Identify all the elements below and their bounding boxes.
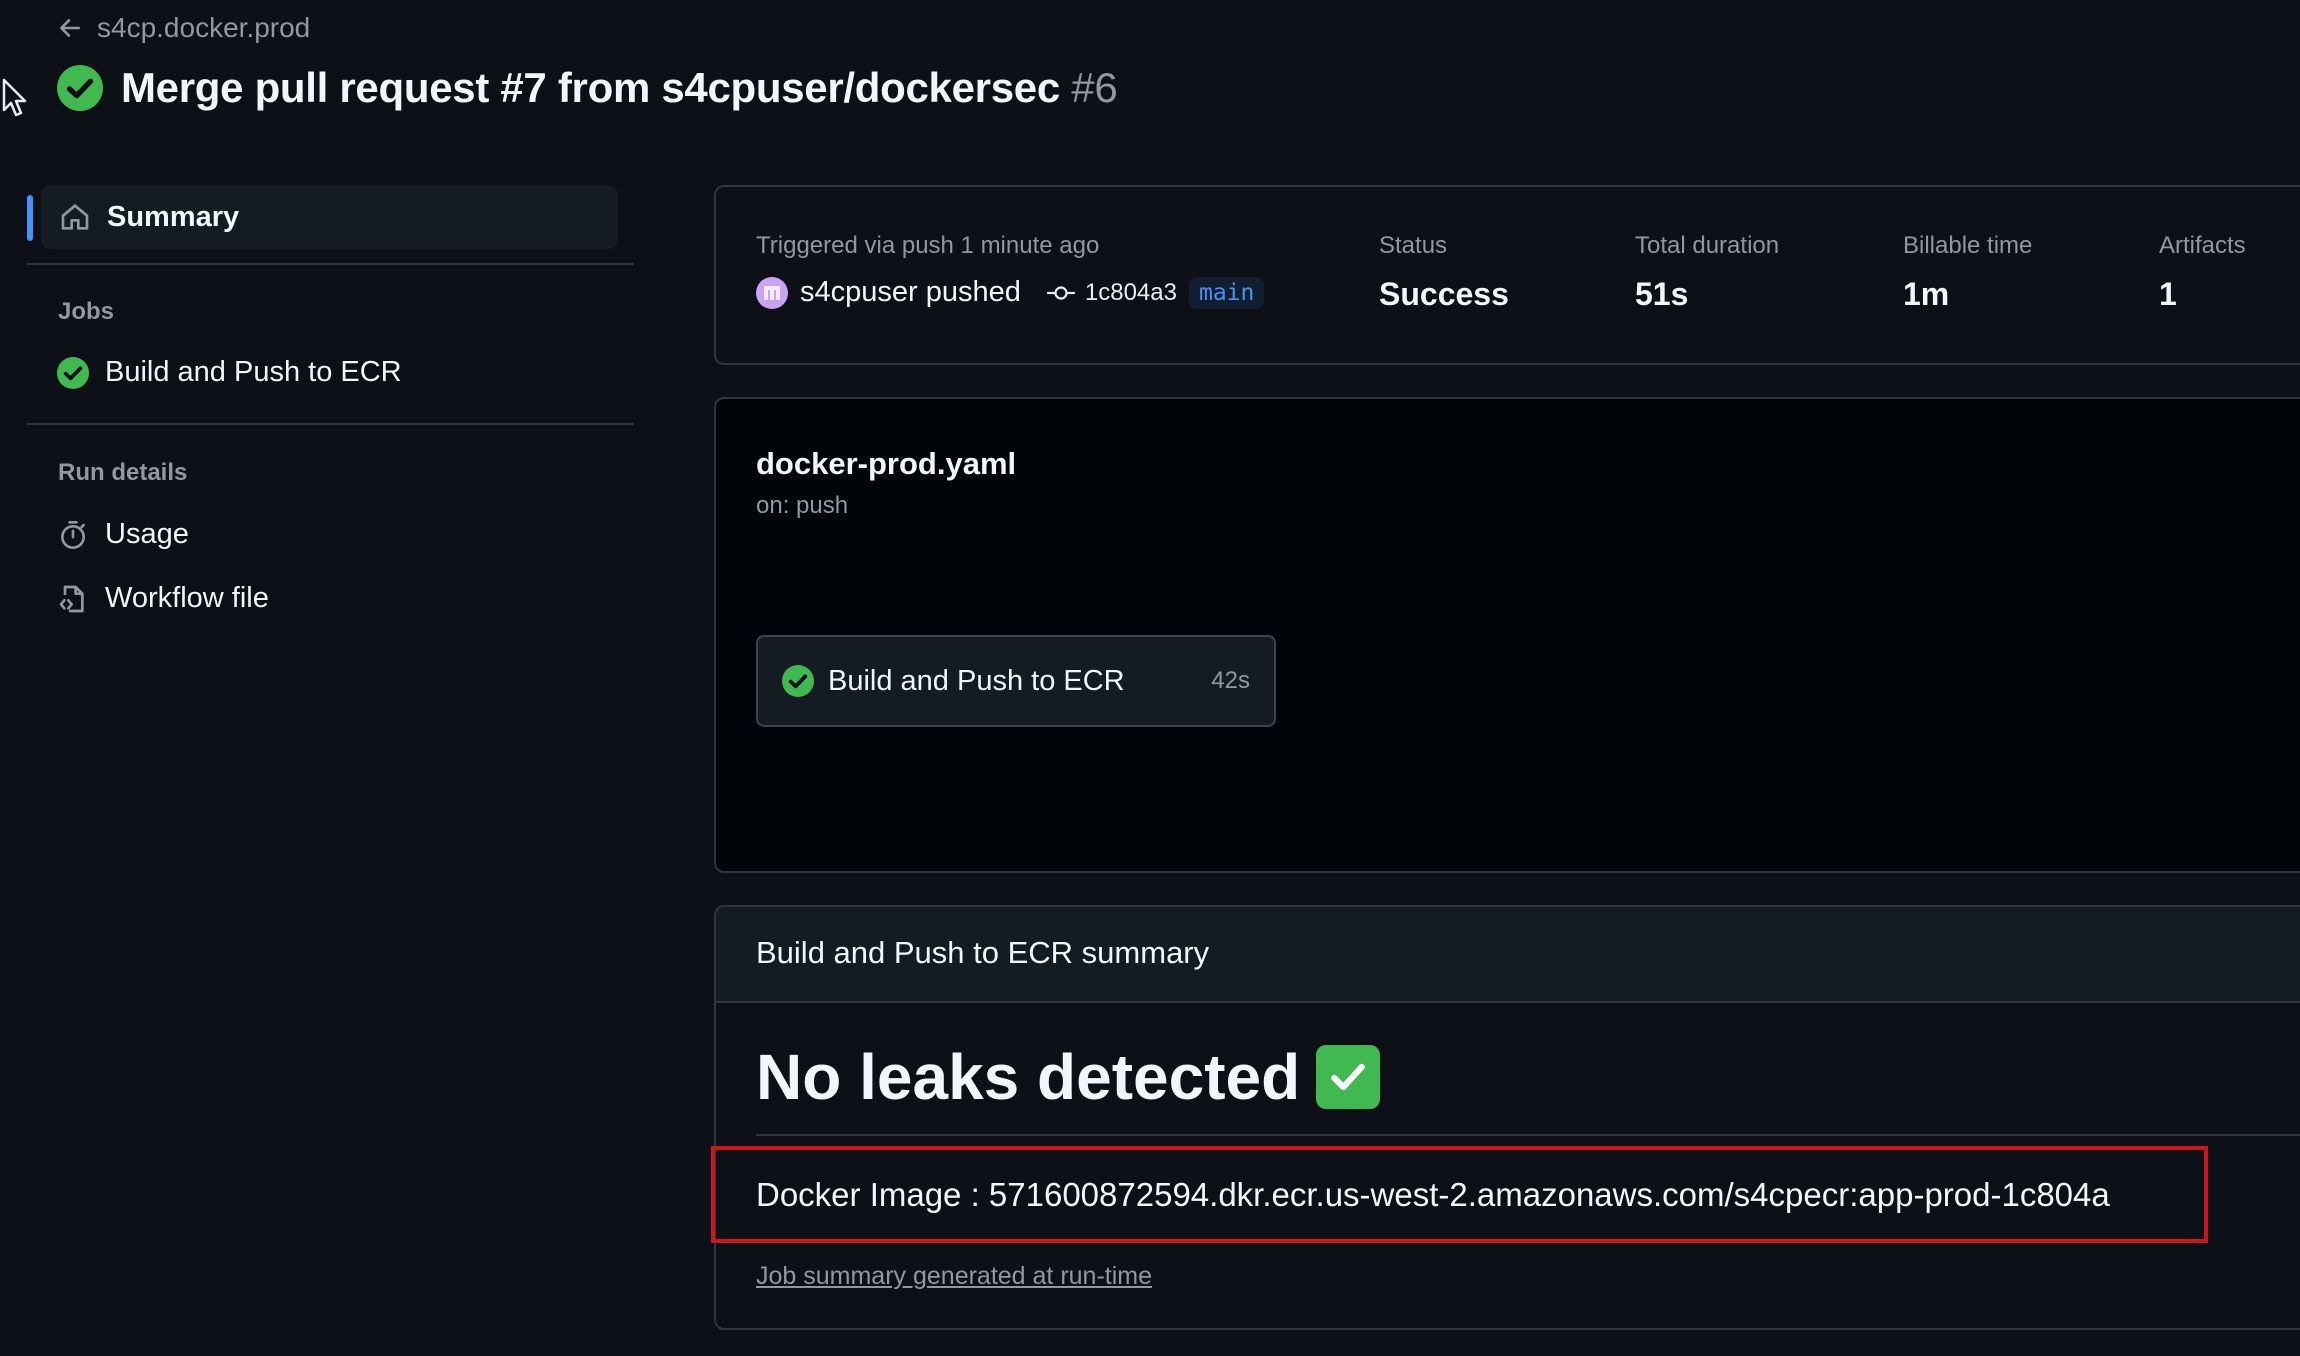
workflow-file-name: docker-prod.yaml	[756, 446, 1017, 481]
commit-sha: 1c804a3	[1084, 278, 1177, 306]
artifacts-value[interactable]: 1	[2159, 276, 2177, 313]
sidebar-item-label: Workflow file	[105, 582, 269, 614]
job-node[interactable]: Build and Push to ECR 42s	[756, 635, 1276, 727]
mouse-cursor-icon	[2, 78, 28, 118]
sidebar-item-label: Summary	[107, 200, 240, 233]
check-circle-icon	[782, 665, 814, 697]
sidebar-item-label: Usage	[105, 518, 189, 550]
check-circle-icon	[57, 356, 89, 389]
job-summary-title: Build and Push to ECR summary	[756, 935, 1210, 970]
arrow-left-icon	[57, 15, 83, 41]
branch-label[interactable]: main	[1188, 276, 1265, 309]
back-link-label: s4cp.docker.prod	[97, 12, 311, 43]
file-code-icon	[57, 583, 89, 615]
check-circle-icon	[57, 65, 103, 111]
actor-text: s4cpuser pushed	[800, 276, 1021, 308]
leaks-heading: No leaks detected	[756, 1040, 1381, 1114]
billable-value: 1m	[1903, 276, 1950, 312]
divider	[27, 263, 634, 265]
avatar[interactable]	[756, 276, 788, 309]
job-node-duration: 42s	[1211, 667, 1250, 694]
commit-link[interactable]: 1c804a3	[1046, 278, 1177, 307]
workflow-trigger: on: push	[756, 492, 849, 519]
sidebar-item-workflow-file[interactable]: Workflow file	[57, 582, 269, 615]
home-icon	[59, 201, 91, 233]
jobs-heading: Jobs	[58, 298, 115, 325]
artifacts-label: Artifacts	[2159, 232, 2246, 259]
page-title: Merge pull request #7 from s4cpuser/dock…	[57, 64, 1118, 112]
git-commit-icon	[1046, 282, 1075, 304]
trigger-text: Triggered via push 1 minute ago	[756, 232, 1100, 259]
duration-value: 51s	[1635, 276, 1689, 312]
status-label: Status	[1379, 232, 1448, 259]
divider	[756, 1134, 2300, 1136]
back-link[interactable]: s4cp.docker.prod	[57, 12, 310, 44]
divider	[27, 423, 634, 425]
check-mark-icon	[1316, 1045, 1381, 1109]
highlight-box	[711, 1146, 2208, 1243]
billable-label: Billable time	[1903, 232, 2033, 259]
active-indicator	[27, 195, 33, 241]
sidebar-item-label: Build and Push to ECR	[105, 356, 402, 388]
sidebar-item-job[interactable]: Build and Push to ECR	[57, 356, 402, 389]
run-number: #6	[1071, 64, 1118, 111]
sidebar-item-summary[interactable]: Summary	[41, 185, 618, 249]
run-info-card	[714, 185, 2300, 365]
push-info: s4cpuser pushed 1c804a3 main	[756, 276, 1265, 309]
leaks-heading-text: No leaks detected	[756, 1041, 1301, 1113]
status-value: Success	[1379, 276, 1509, 312]
job-node-label: Build and Push to ECR	[828, 664, 1125, 697]
stopwatch-icon	[57, 519, 89, 551]
run-details-heading: Run details	[58, 459, 188, 486]
job-summary-footer-link[interactable]: Job summary generated at run-time	[756, 1262, 1152, 1291]
run-title: Merge pull request #7 from s4cpuser/dock…	[121, 64, 1060, 111]
duration-label: Total duration	[1635, 232, 1780, 259]
sidebar-item-usage[interactable]: Usage	[57, 518, 189, 551]
